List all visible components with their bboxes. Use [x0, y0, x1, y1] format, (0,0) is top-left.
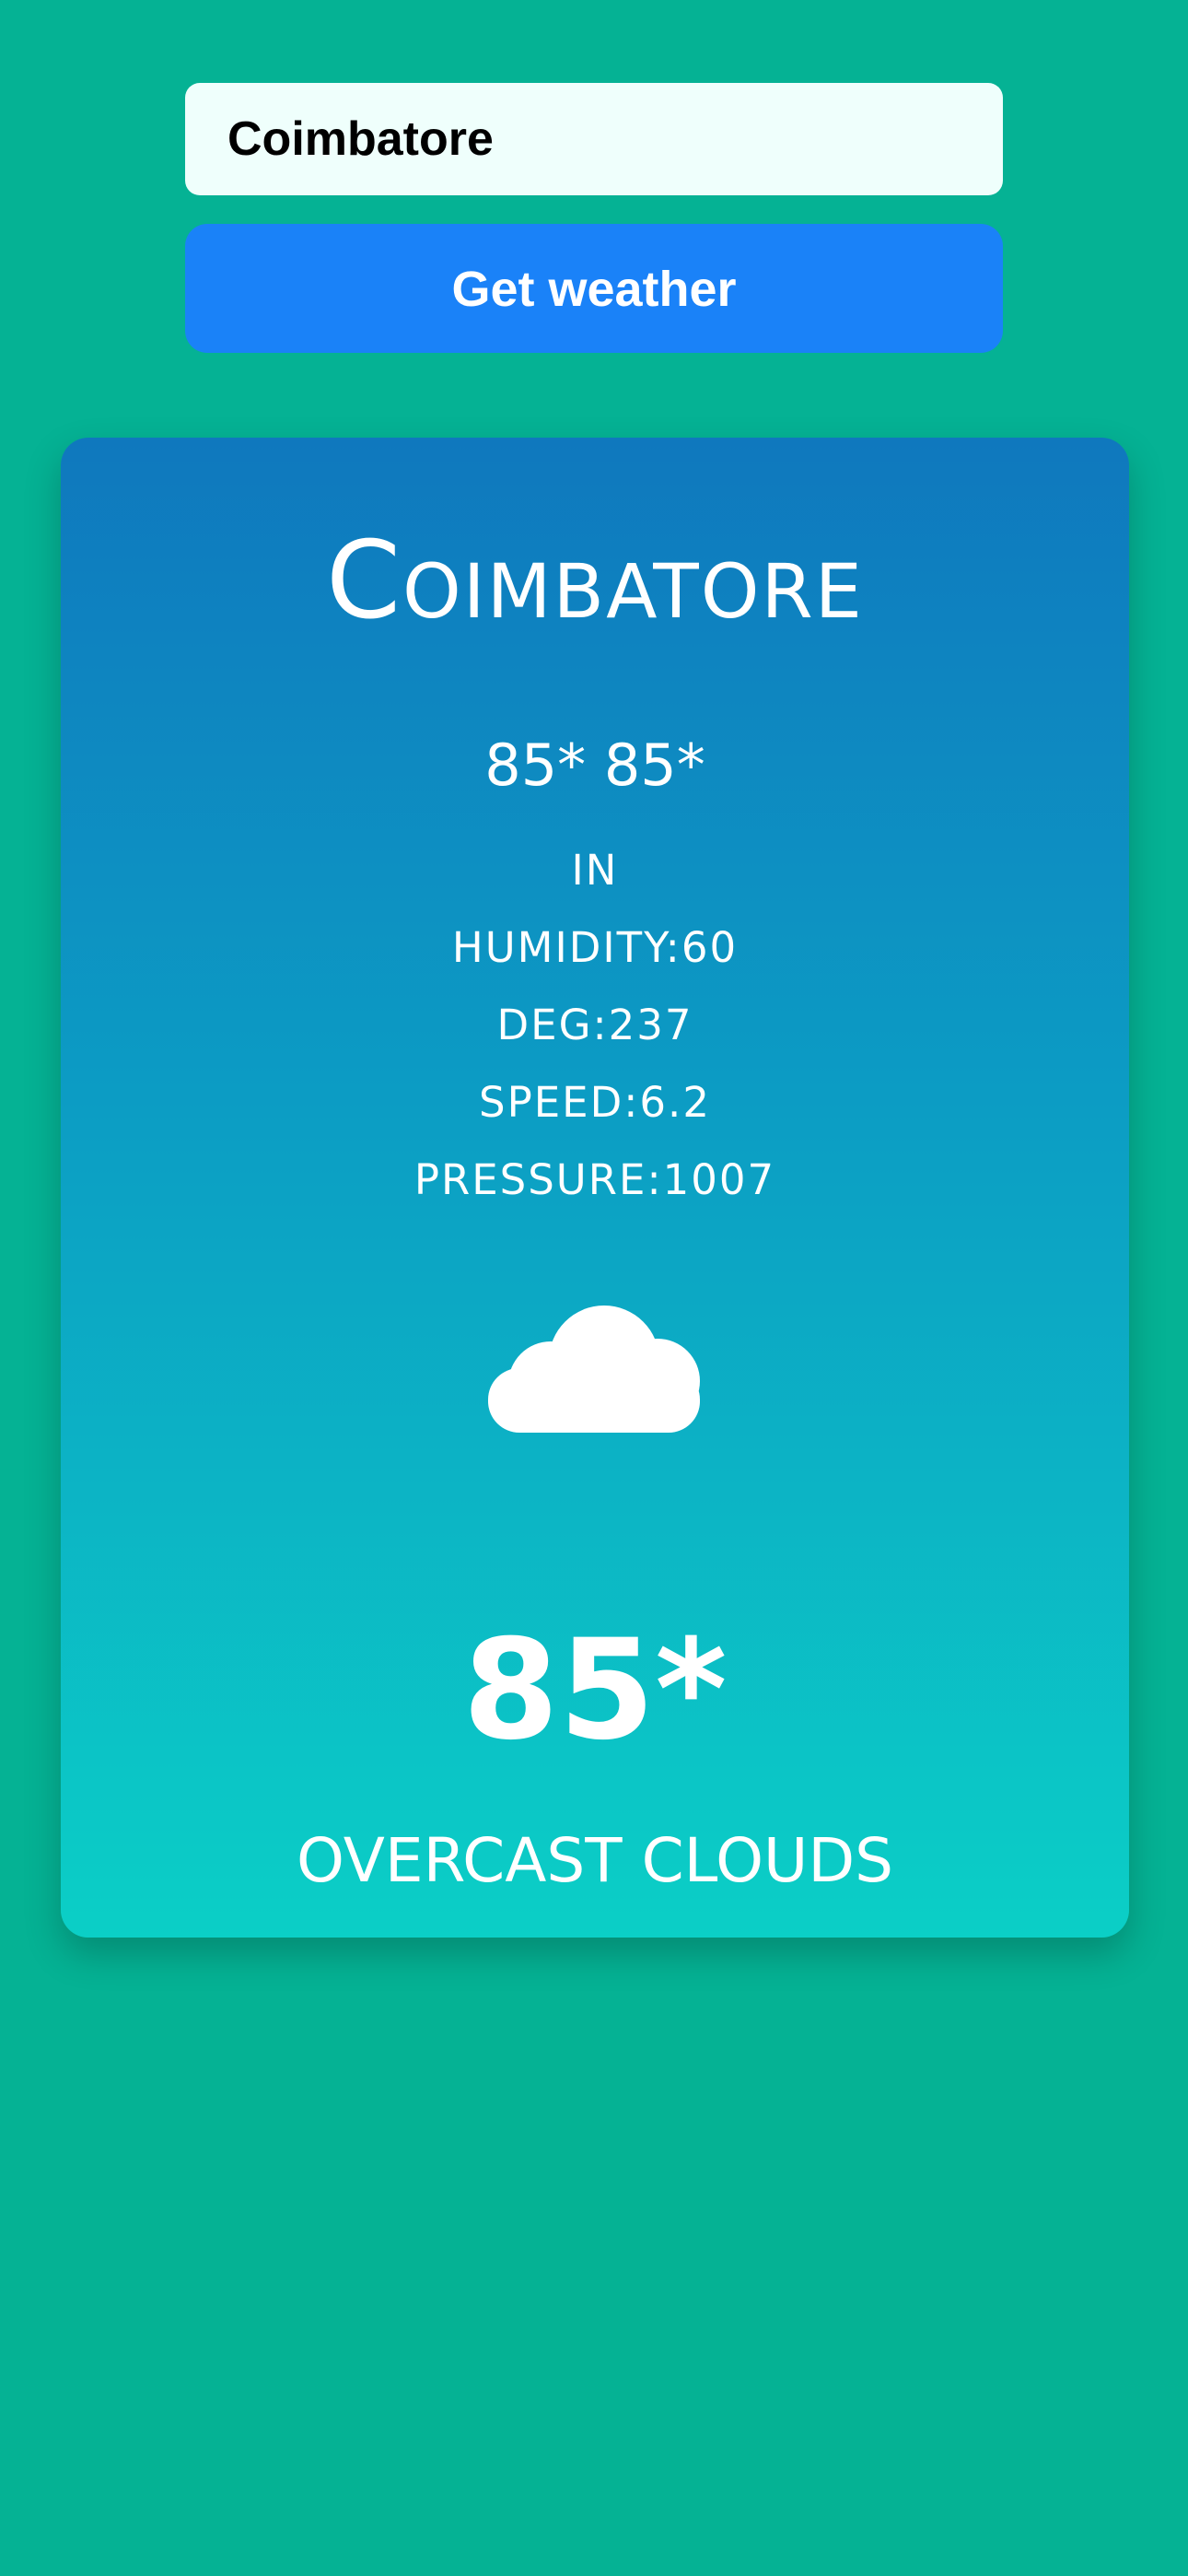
- current-temperature: 85*: [462, 1610, 728, 1771]
- weather-card: Coimbatore 85* 85* IN HUMIDITY:60 DEG:23…: [61, 438, 1129, 1938]
- get-weather-button[interactable]: Get weather: [185, 224, 1003, 353]
- cloud-icon: [488, 1306, 700, 1433]
- wind-degree-value: DEG:237: [496, 1001, 693, 1049]
- humidity-value: HUMIDITY:60: [451, 923, 739, 972]
- country-code: IN: [571, 846, 619, 895]
- city-name: Coimbatore: [326, 519, 864, 643]
- wind-speed-value: SPEED:6.2: [479, 1078, 711, 1127]
- pressure-value: PRESSURE:1007: [413, 1155, 776, 1204]
- min-max-temperature: 85* 85*: [484, 732, 705, 799]
- weather-description: OVERCAST CLOUDS: [296, 1825, 894, 1896]
- city-input[interactable]: [185, 83, 1003, 195]
